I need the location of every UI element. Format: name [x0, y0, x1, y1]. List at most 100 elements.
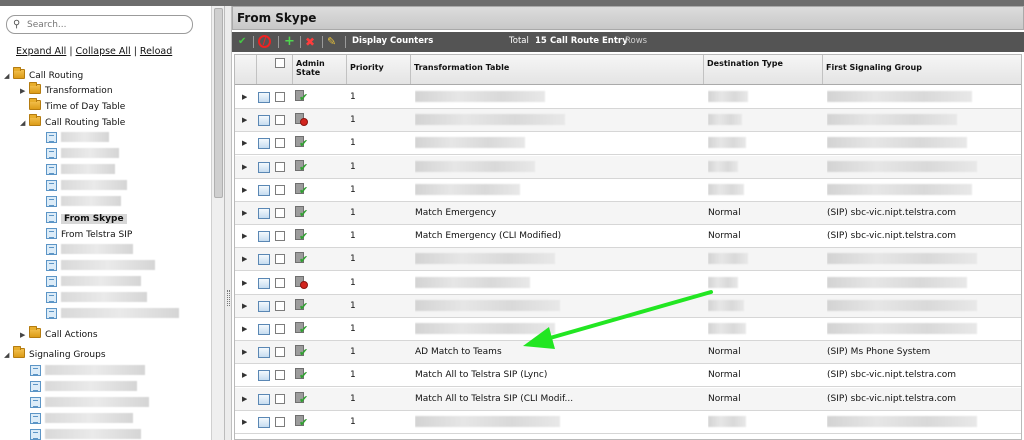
row-config-icon[interactable]: [258, 184, 270, 196]
row-checkbox[interactable]: [275, 416, 285, 427]
table-row[interactable]: ▶ 1: [235, 272, 1021, 295]
collapse-triangle-icon[interactable]: ◢: [4, 69, 13, 83]
tree-item-call-routing-table[interactable]: ◢ Call Routing Table: [20, 114, 125, 130]
tree-scrollbar[interactable]: [211, 6, 224, 440]
row-config-icon[interactable]: [258, 254, 270, 266]
table-row[interactable]: ▶ ✔ 1 Match All to Telstra SIP (CLI Modi…: [235, 387, 1021, 411]
row-config-icon[interactable]: [258, 347, 270, 359]
row-checkbox[interactable]: [275, 370, 285, 381]
column-first-signaling-group[interactable]: First Signaling Group: [823, 55, 1021, 84]
row-expand-icon[interactable]: ▶: [242, 411, 247, 433]
tree-item-call-routing[interactable]: ◢ Call Routing: [4, 67, 83, 83]
collapse-all-link[interactable]: Collapse All: [76, 46, 131, 57]
row-checkbox[interactable]: [275, 254, 285, 265]
column-priority[interactable]: Priority: [347, 55, 411, 84]
row-checkbox[interactable]: [275, 115, 285, 126]
table-row[interactable]: ▶ ✔ 1 Match Emergency Normal (SIP) sbc-v…: [235, 202, 1021, 225]
tree-item-signaling-group[interactable]: [30, 429, 141, 440]
collapse-triangle-icon[interactable]: ◢: [20, 116, 29, 130]
reload-link[interactable]: Reload: [140, 46, 172, 57]
row-expand-icon[interactable]: ▶: [242, 202, 247, 224]
table-row[interactable]: ▶ ✔ 1: [235, 86, 1021, 109]
row-config-icon[interactable]: [258, 416, 270, 428]
row-config-icon[interactable]: [258, 277, 270, 289]
row-config-icon[interactable]: [258, 300, 270, 312]
expand-all-link[interactable]: Expand All: [16, 46, 66, 57]
tree-item-route-table[interactable]: [46, 260, 155, 274]
tree-item-route-table[interactable]: [46, 244, 133, 258]
row-expand-icon[interactable]: ▶: [242, 225, 247, 247]
row-checkbox[interactable]: [275, 138, 285, 149]
row-expand-icon[interactable]: ▶: [242, 132, 247, 154]
row-checkbox[interactable]: [275, 324, 285, 334]
column-destination-type[interactable]: Destination Type: [704, 55, 823, 84]
row-expand-icon[interactable]: ▶: [242, 179, 247, 201]
row-expand-icon[interactable]: ▶: [242, 295, 247, 317]
row-checkbox[interactable]: [275, 161, 285, 172]
column-admin-state[interactable]: Admin State: [293, 55, 347, 84]
tree-item-route-table[interactable]: [46, 132, 109, 146]
collapse-triangle-icon[interactable]: ◢: [4, 348, 13, 362]
tree-item-route-table[interactable]: [46, 196, 121, 210]
search-box[interactable]: ⚲: [6, 15, 193, 34]
tree-item-call-actions[interactable]: ▶ Call Actions: [20, 326, 98, 342]
table-row[interactable]: ▶ ✔ 1: [235, 132, 1021, 156]
row-config-icon[interactable]: [258, 208, 270, 219]
tree-item-time-of-day[interactable]: Time of Day Table: [20, 98, 125, 114]
search-input[interactable]: [27, 18, 187, 31]
table-row[interactable]: ▶ ✔ 1 AD Match to Teams Normal (SIP) Ms …: [235, 341, 1021, 365]
add-icon[interactable]: +: [284, 35, 295, 49]
row-config-icon[interactable]: [258, 370, 270, 382]
row-checkbox[interactable]: [275, 184, 285, 195]
expand-triangle-icon[interactable]: ▶: [20, 328, 29, 342]
table-row[interactable]: ▶ ✔ 1 Match All to Telstra SIP (Lync) No…: [235, 364, 1021, 388]
column-transformation-table[interactable]: Transformation Table: [411, 55, 704, 84]
row-config-icon[interactable]: [258, 393, 270, 405]
tree-item-from-telstra-sip[interactable]: From Telstra SIP: [46, 228, 132, 242]
table-row[interactable]: ▶ ✔ 1: [235, 179, 1021, 202]
row-config-icon[interactable]: [258, 231, 270, 243]
display-counters-button[interactable]: Display Counters: [352, 36, 433, 46]
row-checkbox[interactable]: [275, 92, 285, 102]
table-row[interactable]: ▶ ✔ 1: [235, 411, 1021, 434]
tree-item-route-table[interactable]: [46, 276, 141, 290]
row-checkbox[interactable]: [275, 347, 285, 358]
tree-item-route-table[interactable]: [46, 180, 127, 194]
splitter-grip-icon[interactable]: [227, 290, 230, 306]
table-row[interactable]: ▶ ✔ 1: [235, 318, 1021, 341]
delete-icon[interactable]: ✖: [305, 35, 315, 49]
row-config-icon[interactable]: [258, 92, 270, 103]
tree-item-from-skype[interactable]: From Skype: [46, 212, 127, 226]
row-config-icon[interactable]: [258, 115, 270, 127]
table-row[interactable]: ▶ ✔ 1: [235, 248, 1021, 272]
row-checkbox[interactable]: [275, 277, 285, 288]
row-expand-icon[interactable]: ▶: [242, 388, 247, 410]
row-config-icon[interactable]: [258, 324, 270, 335]
row-expand-icon[interactable]: ▶: [242, 272, 247, 294]
select-all-checkbox[interactable]: [275, 58, 285, 68]
edit-icon[interactable]: ✎: [327, 35, 336, 49]
scrollbar-thumb[interactable]: [214, 8, 223, 198]
row-expand-icon[interactable]: ▶: [242, 364, 247, 386]
row-expand-icon[interactable]: ▶: [242, 156, 247, 178]
tree-item-route-table[interactable]: [46, 164, 115, 178]
tree-item-signaling-group[interactable]: [30, 397, 149, 411]
row-expand-icon[interactable]: ▶: [242, 248, 247, 270]
table-row[interactable]: ▶ ✔ 1: [235, 294, 1021, 318]
table-row[interactable]: ▶ ✔ 1 Match Emergency (CLI Modified) Nor…: [235, 225, 1021, 249]
row-expand-icon[interactable]: ▶: [242, 109, 247, 131]
tree-item-signaling-group[interactable]: [30, 381, 137, 395]
tree-item-signaling-group[interactable]: [30, 365, 145, 379]
expand-triangle-icon[interactable]: ▶: [20, 84, 29, 98]
row-checkbox[interactable]: [275, 231, 285, 242]
panel-splitter[interactable]: [225, 6, 232, 440]
enable-icon[interactable]: ✔: [238, 35, 246, 49]
row-checkbox[interactable]: [275, 393, 285, 404]
row-config-icon[interactable]: [258, 161, 270, 173]
tree-item-route-table[interactable]: [46, 148, 119, 162]
table-row[interactable]: ▶ ✔ 1: [235, 155, 1021, 179]
tree-item-signaling-groups[interactable]: ◢ Signaling Groups: [4, 346, 106, 362]
row-checkbox[interactable]: [275, 300, 285, 311]
row-expand-icon[interactable]: ▶: [242, 86, 247, 108]
tree-item-route-table[interactable]: [46, 308, 179, 322]
